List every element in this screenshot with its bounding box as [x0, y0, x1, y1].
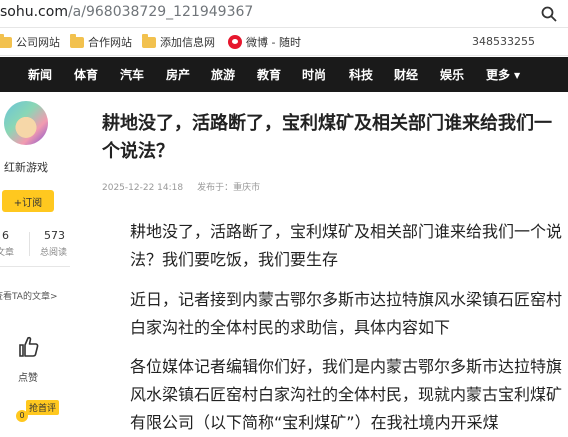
nav-item-fashion[interactable]: 时尚 — [302, 66, 326, 83]
article-meta: 2025-12-22 14:18 发布于：重庆市 — [102, 180, 260, 193]
bookmarks-bar: 公司网站 合作网站 添加信息网 微博 - 随时 348533255 — [0, 28, 568, 56]
zoom-icon[interactable] — [540, 5, 558, 23]
url-path: /a/968038729_121949367 — [67, 4, 254, 20]
sidebar-divider — [0, 266, 70, 267]
bookmark-weibo[interactable]: 微博 - 随时 — [228, 34, 301, 50]
nav-item-sports[interactable]: 体育 — [74, 66, 98, 83]
nav-item-finance[interactable]: 财经 — [394, 66, 418, 83]
publish-date: 2025-12-22 14:18 — [102, 183, 184, 193]
author-name[interactable]: 红新游戏 — [4, 159, 48, 175]
bookmark-partner-site[interactable]: 合作网站 — [70, 33, 132, 50]
bookmark-label: 合作网站 — [88, 36, 132, 49]
publish-source: 发布于：重庆市 — [197, 183, 261, 193]
stat-articles-label: 文章 — [0, 248, 15, 258]
nav-item-house[interactable]: 房产 — [166, 66, 190, 83]
stat-articles-value: 6 — [2, 229, 9, 242]
stat-reads-value: 573 — [44, 229, 65, 242]
browser-url-bar[interactable]: sohu.com/a/968038729_121949367 — [0, 0, 568, 28]
article-paragraph: 各位媒体记者编辑你们好，我们是内蒙古鄂尔多斯市达拉特旗风水梁镇石匠窑村白家沟社的… — [130, 357, 563, 432]
nav-item-news[interactable]: 新闻 — [28, 66, 52, 83]
stats-divider — [29, 232, 30, 256]
nav-item-tech[interactable]: 科技 — [349, 66, 373, 83]
article-paragraph: 耕地没了，活路断了，宝利煤矿及相关部门谁来给我们一个说法？我们要吃饭，我们要生存 — [130, 222, 563, 269]
bookmark-label: 添加信息网 — [160, 36, 215, 49]
stat-reads-label: 总阅读 — [40, 248, 68, 258]
comment-button[interactable]: 抢首评 0 — [16, 400, 64, 430]
nav-item-more[interactable]: 更多 ▼ — [486, 66, 520, 83]
bookmark-company-site[interactable]: 公司网站 — [0, 33, 60, 50]
chevron-down-icon: ▼ — [514, 71, 521, 80]
follow-button[interactable]: +订阅 — [2, 190, 54, 212]
weibo-icon — [228, 35, 242, 49]
author-sidebar: 红新游戏 +订阅 6 文章 573 总阅读 查看TA的文章> 点赞 抢首评 0 — [0, 92, 82, 433]
bookmark-label: 公司网站 — [16, 36, 60, 49]
nav-item-education[interactable]: 教育 — [257, 66, 281, 83]
url-text[interactable]: sohu.com/a/968038729_121949367 — [0, 4, 253, 20]
nav-item-travel[interactable]: 旅游 — [211, 66, 235, 83]
nav-item-auto[interactable]: 汽车 — [120, 66, 144, 83]
bookmark-label: 微博 - 随时 — [246, 36, 301, 49]
avatar[interactable] — [4, 101, 48, 145]
nav-more-label: 更多 — [486, 68, 511, 82]
view-author-articles-link[interactable]: 查看TA的文章> — [0, 289, 58, 302]
nav-item-ent[interactable]: 娱乐 — [440, 66, 464, 83]
channel-nav: 新闻 体育 汽车 房产 旅游 教育 时尚 科技 财经 娱乐 更多 ▼ — [0, 57, 568, 92]
like-label: 点赞 — [18, 373, 38, 384]
bookmark-add-info[interactable]: 添加信息网 — [142, 33, 215, 50]
article-title: 耕地没了，活路断了，宝利煤矿及相关部门谁来给我们一个说法？ — [102, 113, 552, 162]
bookmark-number: 348533255 — [472, 35, 535, 48]
first-comment-badge: 抢首评 — [26, 400, 60, 415]
comment-count-badge: 0 — [16, 410, 28, 422]
folder-icon — [142, 33, 156, 48]
folder-icon — [0, 33, 12, 48]
thumbs-up-icon[interactable] — [14, 332, 44, 362]
url-host: sohu.com — [0, 4, 68, 20]
article-paragraph: 近日，记者接到内蒙古鄂尔多斯市达拉特旗风水梁镇石匠窑村白家沟社的全体村民的求助信… — [130, 290, 563, 337]
folder-icon — [70, 33, 84, 48]
